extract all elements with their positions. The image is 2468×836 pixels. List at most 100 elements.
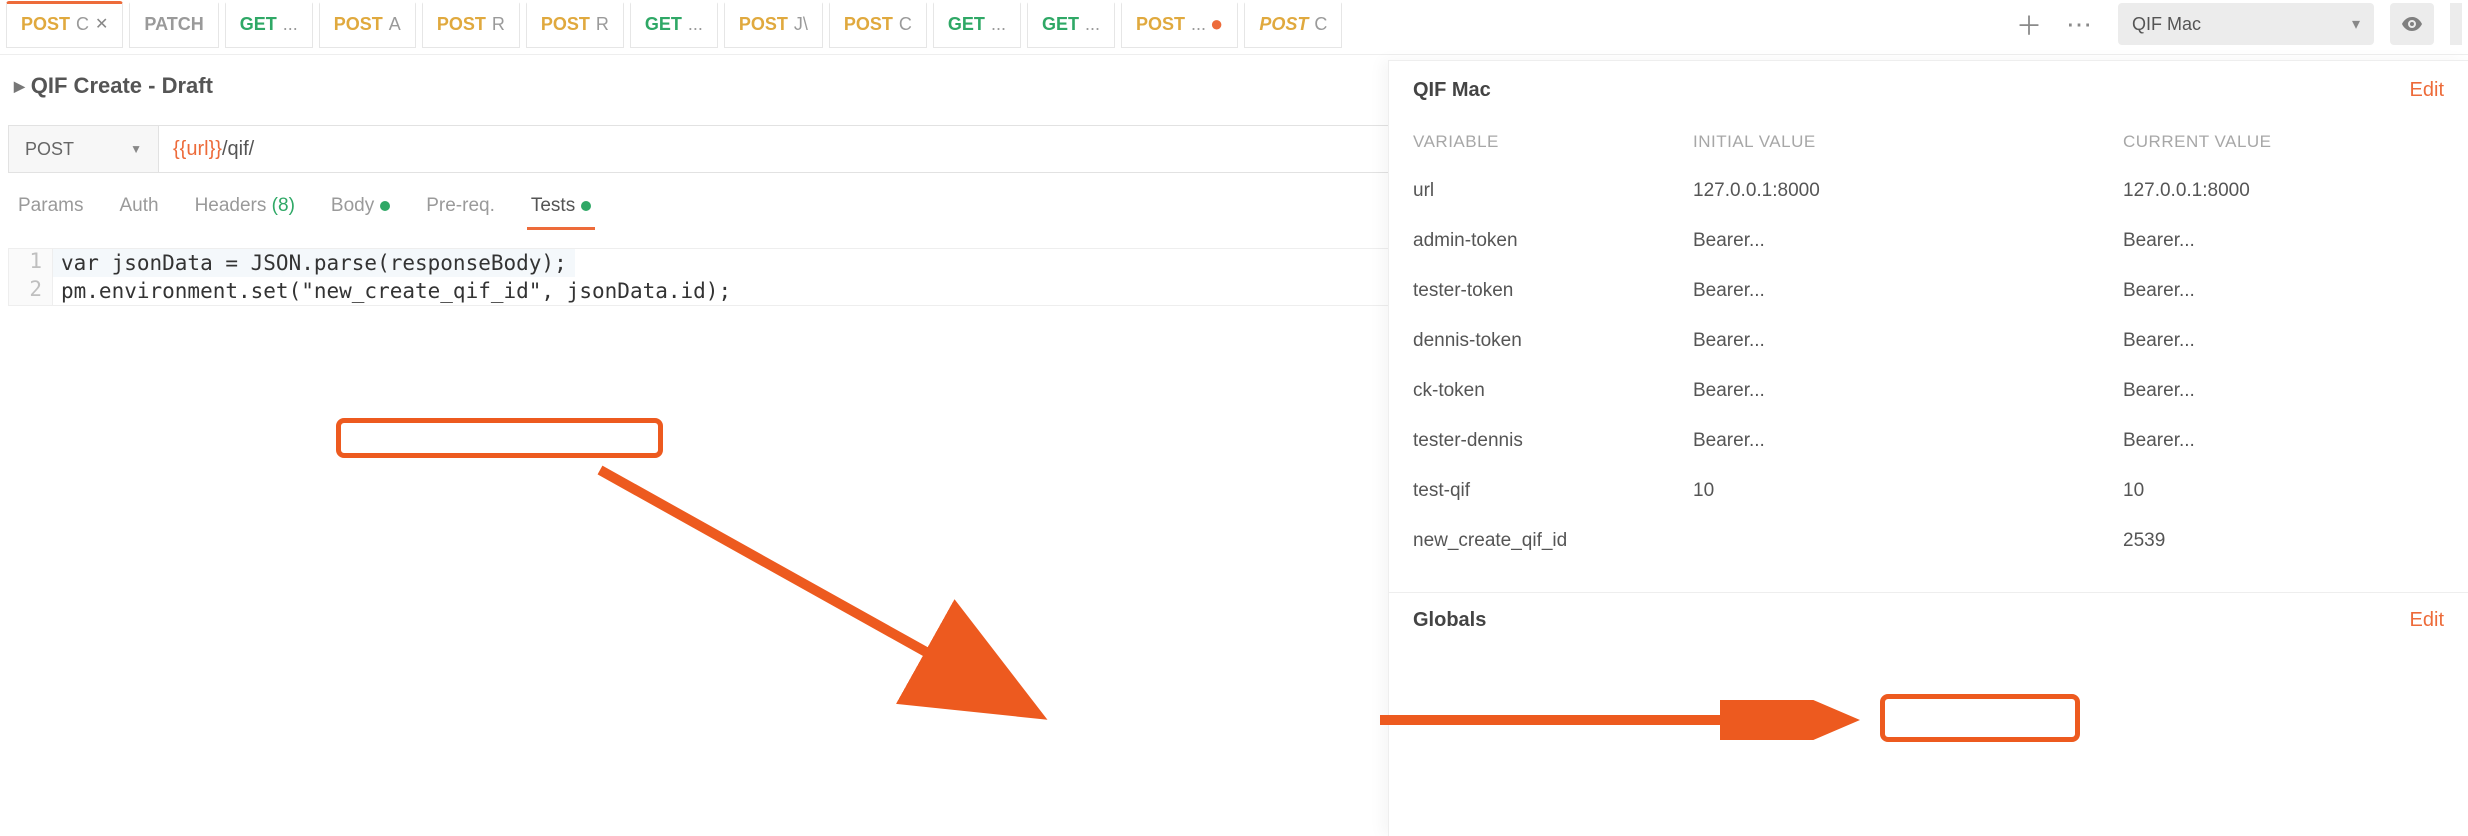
env-variable-row[interactable]: new_create_qif_id 2539 — [1413, 516, 2444, 566]
tab-title-fragment: ... — [991, 14, 1006, 35]
tab-title-fragment: ... — [1085, 14, 1100, 35]
globals-edit-link[interactable]: Edit — [2410, 609, 2444, 632]
tab-method: POST — [21, 14, 70, 35]
environment-selector-label: QIF Mac — [2132, 14, 2201, 35]
env-rows: url127.0.0.1:8000127.0.0.1:8000admin-tok… — [1389, 160, 2468, 566]
request-tab[interactable]: POST J\ — [724, 1, 823, 48]
tab-method: GET — [948, 14, 985, 35]
subtab-headers[interactable]: Headers (8) — [191, 195, 299, 230]
top-row: POSTC✕PATCHGET...POSTAPOSTRPOSTRGET...PO… — [0, 0, 2468, 55]
tab-title-fragment: R — [492, 14, 505, 35]
env-var-initial — [1693, 530, 2123, 552]
env-var-current: 2539 — [2123, 530, 2444, 552]
env-var-current: Bearer... — [2123, 330, 2444, 352]
tab-method: POST — [739, 14, 788, 35]
env-variable-row[interactable]: url127.0.0.1:8000127.0.0.1:8000 — [1413, 166, 2444, 216]
request-tab[interactable]: POST...● — [1121, 1, 1238, 48]
globals-label: Globals — [1413, 609, 1486, 632]
env-variable-row[interactable]: tester-dennisBearer...Bearer... — [1413, 416, 2444, 466]
env-var-current: 10 — [2123, 480, 2444, 502]
env-panel-title: QIF Mac — [1413, 79, 1491, 102]
tab-method: POST — [844, 14, 893, 35]
env-variable-row[interactable]: tester-tokenBearer...Bearer... — [1413, 266, 2444, 316]
env-var-name: test-qif — [1413, 480, 1693, 502]
http-method-select[interactable]: POST ▼ — [8, 125, 158, 173]
request-tab[interactable]: GET... — [933, 1, 1021, 48]
url-path: /qif/ — [222, 138, 254, 161]
chevron-down-icon: ▼ — [130, 142, 142, 156]
env-var-current: Bearer... — [2123, 430, 2444, 452]
env-var-initial: 10 — [1693, 480, 2123, 502]
env-var-initial: Bearer... — [1693, 230, 2123, 252]
request-tab[interactable]: POST A — [319, 1, 416, 48]
env-edit-link[interactable]: Edit — [2410, 79, 2444, 102]
request-tab[interactable]: GET... — [1027, 1, 1115, 48]
request-title[interactable]: QIF Create - Draft — [31, 73, 213, 99]
eye-icon — [2400, 12, 2424, 36]
env-var-initial: Bearer... — [1693, 280, 2123, 302]
request-tab[interactable]: POST R — [422, 1, 520, 48]
environment-quicklook-panel: QIF Mac Edit VARIABLE INITIAL VALUE CURR… — [1388, 60, 2468, 836]
tab-title-fragment: A — [389, 14, 401, 35]
request-tab[interactable]: POST C — [829, 1, 927, 48]
env-var-name: url — [1413, 180, 1693, 202]
close-icon[interactable]: ✕ — [95, 14, 108, 34]
tab-method: POST — [334, 14, 383, 35]
subtab-tests[interactable]: Tests — [527, 195, 595, 230]
env-variable-row[interactable]: admin-tokenBearer...Bearer... — [1413, 216, 2444, 266]
subtab-auth[interactable]: Auth — [115, 195, 162, 230]
env-var-current: 127.0.0.1:8000 — [2123, 180, 2444, 202]
tabs-overflow-button[interactable]: ⋯ — [2058, 0, 2100, 48]
request-tab[interactable]: GET... — [225, 1, 313, 48]
line-number: 1 — [9, 249, 53, 277]
env-var-name: ck-token — [1413, 380, 1693, 402]
env-var-current: Bearer... — [2123, 380, 2444, 402]
tab-title-fragment: R — [596, 14, 609, 35]
tab-method: POST — [1136, 14, 1185, 35]
subtab-body[interactable]: Body — [327, 195, 394, 230]
env-quicklook-button[interactable] — [2390, 3, 2434, 45]
env-var-name: new_create_qif_id — [1413, 530, 1693, 552]
tab-method: PATCH — [144, 14, 203, 35]
tab-title-fragment: J\ — [794, 14, 808, 35]
tab-method: POST — [1259, 14, 1308, 35]
env-variable-row[interactable]: ck-tokenBearer...Bearer... — [1413, 366, 2444, 416]
env-var-name: tester-token — [1413, 280, 1693, 302]
tab-method: GET — [1042, 14, 1079, 35]
col-variable: VARIABLE — [1413, 132, 1693, 152]
env-var-initial: Bearer... — [1693, 330, 2123, 352]
request-tab[interactable]: POST C ✕ — [6, 1, 123, 48]
subtab-prereq[interactable]: Pre-req. — [422, 195, 499, 230]
tab-title-fragment: C — [1314, 14, 1327, 35]
add-tab-button[interactable]: ＋ — [2008, 0, 2050, 48]
collection-collapse-icon[interactable]: ▶ — [14, 78, 25, 95]
request-tab[interactable]: POST C — [1244, 1, 1342, 48]
http-method-label: POST — [25, 139, 74, 160]
col-current: CURRENT VALUE — [2123, 132, 2444, 152]
dot-indicator-icon — [380, 201, 390, 211]
env-variable-row[interactable]: dennis-tokenBearer...Bearer... — [1413, 316, 2444, 366]
tabs-area: POSTC✕PATCHGET...POSTAPOSTRPOSTRGET...PO… — [6, 1, 2000, 48]
tab-method: GET — [240, 14, 277, 35]
dot-indicator-icon — [581, 201, 591, 211]
request-tab[interactable]: GET... — [630, 1, 718, 48]
tab-title-fragment: ... — [688, 14, 703, 35]
subtab-params[interactable]: Params — [14, 195, 87, 230]
env-var-name: dennis-token — [1413, 330, 1693, 352]
tab-method: POST — [541, 14, 590, 35]
environment-selector[interactable]: QIF Mac ▾ — [2118, 3, 2374, 45]
annotation-rect-code — [336, 418, 663, 458]
env-var-initial: Bearer... — [1693, 380, 2123, 402]
env-variable-row[interactable]: test-qif1010 — [1413, 466, 2444, 516]
tab-method: GET — [645, 14, 682, 35]
request-tab[interactable]: PATCH — [129, 1, 218, 48]
env-var-current: Bearer... — [2123, 230, 2444, 252]
env-var-current: Bearer... — [2123, 280, 2444, 302]
annotation-arrow-left — [590, 460, 1060, 730]
tab-title-fragment: C — [76, 14, 89, 35]
env-var-initial: Bearer... — [1693, 430, 2123, 452]
request-tab[interactable]: POST R — [526, 1, 624, 48]
tab-method: POST — [437, 14, 486, 35]
env-columns-header: VARIABLE INITIAL VALUE CURRENT VALUE — [1389, 122, 2468, 160]
tab-title-fragment: C — [899, 14, 912, 35]
